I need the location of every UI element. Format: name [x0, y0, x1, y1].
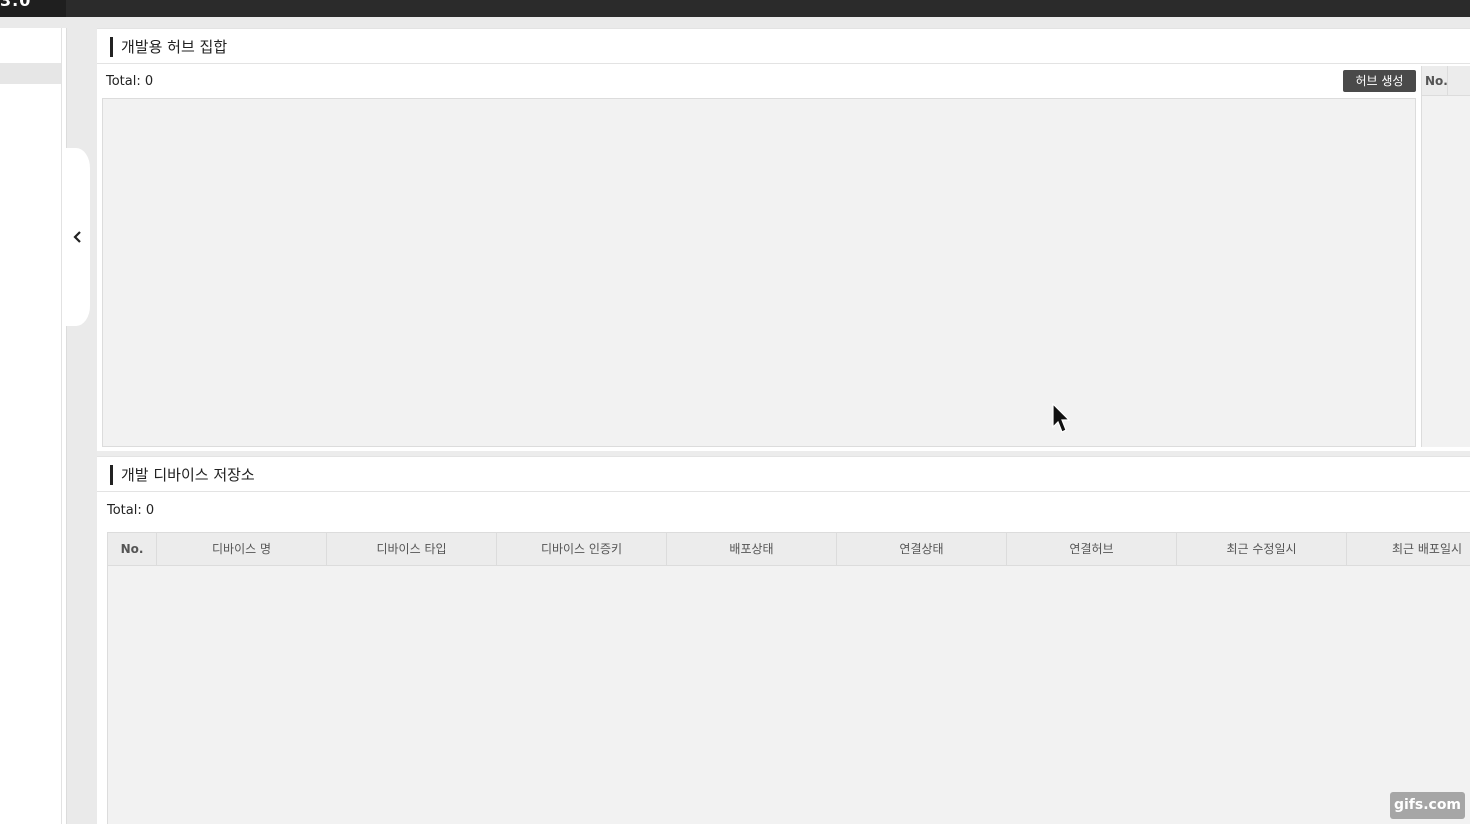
sidebar-item-selected[interactable] — [0, 63, 61, 84]
column-header-no[interactable]: No. — [108, 533, 157, 566]
column-header-auth-key[interactable]: 디바이스 인증키 — [497, 533, 667, 566]
title-accent-bar — [110, 37, 113, 57]
hub-detail-header-no[interactable]: No. — [1425, 74, 1448, 88]
device-panel-header: 개발 디바이스 저장소 — [97, 456, 1470, 492]
top-bar: 3.0 — [0, 0, 1470, 17]
column-header-connected-hub[interactable]: 연결허브 — [1007, 533, 1177, 566]
device-table-header: No. 디바이스 명 디바이스 타입 디바이스 인증키 배포상태 연결상태 연결… — [108, 533, 1470, 566]
hub-total-count: Total: 0 — [106, 74, 154, 89]
device-panel: 개발 디바이스 저장소 Total: 0 No. 디바이스 명 디바이스 타입 … — [97, 456, 1470, 824]
column-header-last-modified[interactable]: 최근 수정일시 — [1177, 533, 1347, 566]
gifs-watermark: gifs.com — [1390, 792, 1465, 819]
logo-block: 3.0 — [0, 0, 66, 17]
column-header-connection-status[interactable]: 연결상태 — [837, 533, 1007, 566]
column-header-last-deployed[interactable]: 최근 배포일시 — [1347, 533, 1470, 566]
chevron-left-icon — [73, 231, 81, 243]
hub-panel: 개발용 허브 집합 Total: 0 허브 생성 No. — [97, 28, 1470, 451]
header-separator — [1447, 66, 1448, 96]
hub-panel-header: 개발용 허브 집합 — [97, 28, 1470, 64]
create-hub-button[interactable]: 허브 생성 — [1343, 70, 1416, 92]
sidebar-divider — [61, 28, 62, 824]
hub-list-area[interactable] — [102, 98, 1416, 447]
main-content: 개발용 허브 집합 Total: 0 허브 생성 No. 개발 디바이스 저장소… — [97, 28, 1470, 824]
column-header-device-type[interactable]: 디바이스 타입 — [327, 533, 497, 566]
column-header-deploy-status[interactable]: 배포상태 — [667, 533, 837, 566]
device-table: No. 디바이스 명 디바이스 타입 디바이스 인증키 배포상태 연결상태 연결… — [107, 532, 1470, 824]
sidebar-collapse-handle[interactable] — [66, 148, 90, 326]
hub-detail-list: No. — [1421, 66, 1470, 447]
device-total-count: Total: 0 — [107, 503, 155, 518]
hub-panel-title: 개발용 허브 집합 — [121, 38, 228, 56]
mouse-pointer-icon — [1052, 403, 1071, 433]
title-accent-bar — [110, 465, 113, 485]
hub-detail-header: No. — [1422, 66, 1470, 96]
left-sidebar — [0, 28, 67, 824]
logo-text: 3.0 — [0, 0, 32, 10]
column-header-device-name[interactable]: 디바이스 명 — [157, 533, 327, 566]
device-panel-title: 개발 디바이스 저장소 — [121, 466, 255, 484]
